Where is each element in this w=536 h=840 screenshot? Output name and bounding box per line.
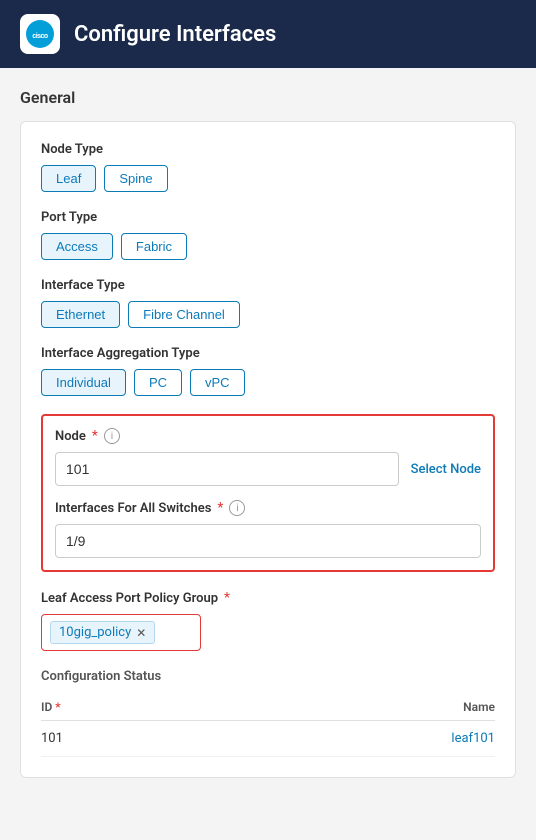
port-type-fabric-button[interactable]: Fabric	[121, 233, 187, 260]
policy-group-input-wrapper: 10gig_policy ✕	[41, 614, 495, 651]
node-type-group: Node Type Leaf Spine	[41, 142, 495, 192]
table-cell-id: 101	[41, 731, 63, 746]
node-label-row: Node * i	[55, 428, 481, 444]
svg-text:cisco: cisco	[32, 33, 48, 40]
interfaces-input[interactable]	[55, 524, 481, 558]
interface-type-group: Interface Type Ethernet Fibre Channel	[41, 278, 495, 328]
node-type-spine-button[interactable]: Spine	[104, 165, 167, 192]
node-interfaces-highlighted: Node * i Select Node Interfaces For All …	[41, 414, 495, 572]
aggregation-vpc-button[interactable]: vPC	[190, 369, 245, 396]
app-header: cisco Configure Interfaces	[0, 0, 536, 68]
policy-group-label-row: Leaf Access Port Policy Group *	[41, 590, 495, 606]
node-required-star: *	[92, 428, 98, 444]
general-card: Node Type Leaf Spine Port Type Access Fa…	[20, 121, 516, 778]
node-field-group: Node * i Select Node	[55, 428, 481, 486]
interface-type-ethernet-button[interactable]: Ethernet	[41, 301, 120, 328]
config-status-table-header: ID * Name	[41, 694, 495, 721]
policy-group-label: Leaf Access Port Policy Group	[41, 591, 218, 606]
interface-type-fibre-button[interactable]: Fibre Channel	[128, 301, 240, 328]
select-node-link[interactable]: Select Node	[411, 462, 481, 477]
port-type-toggles: Access Fabric	[41, 233, 495, 260]
general-section-title: General	[20, 88, 516, 107]
cisco-logo-icon: cisco	[26, 20, 54, 48]
interface-type-label: Interface Type	[41, 278, 495, 293]
table-cell-name[interactable]: leaf101	[451, 731, 495, 746]
port-type-label: Port Type	[41, 210, 495, 225]
interfaces-info-icon[interactable]: i	[229, 500, 245, 516]
table-header-name: Name	[463, 700, 495, 714]
policy-tag-container[interactable]: 10gig_policy ✕	[41, 614, 201, 651]
port-type-access-button[interactable]: Access	[41, 233, 113, 260]
aggregation-type-toggles: Individual PC vPC	[41, 369, 495, 396]
node-input-row: Select Node	[55, 452, 481, 486]
config-status-section: Configuration Status ID * Name 101 leaf1…	[41, 669, 495, 757]
node-type-leaf-button[interactable]: Leaf	[41, 165, 96, 192]
interfaces-label-row: Interfaces For All Switches * i	[55, 500, 481, 516]
node-type-toggles: Leaf Spine	[41, 165, 495, 192]
interface-type-toggles: Ethernet Fibre Channel	[41, 301, 495, 328]
node-info-icon[interactable]: i	[104, 428, 120, 444]
port-type-group: Port Type Access Fabric	[41, 210, 495, 260]
table-row: 101 leaf101	[41, 721, 495, 757]
policy-tag-close-icon[interactable]: ✕	[136, 627, 146, 639]
aggregation-type-group: Interface Aggregation Type Individual PC…	[41, 346, 495, 396]
policy-tag: 10gig_policy ✕	[50, 621, 155, 644]
node-field-label: Node	[55, 429, 86, 444]
content-area: General Node Type Leaf Spine Port Type A…	[0, 68, 536, 798]
interfaces-required-star: *	[217, 500, 223, 516]
interfaces-field-group: Interfaces For All Switches * i	[55, 500, 481, 558]
table-header-id: ID *	[41, 700, 61, 714]
aggregation-type-label: Interface Aggregation Type	[41, 346, 495, 361]
policy-group-required-star: *	[224, 590, 230, 606]
interfaces-field-label: Interfaces For All Switches	[55, 501, 211, 516]
aggregation-pc-button[interactable]: PC	[134, 369, 182, 396]
config-status-title: Configuration Status	[41, 669, 495, 684]
cisco-logo: cisco	[20, 14, 60, 54]
page-title: Configure Interfaces	[74, 22, 276, 47]
node-type-label: Node Type	[41, 142, 495, 157]
aggregation-individual-button[interactable]: Individual	[41, 369, 126, 396]
policy-group-field: Leaf Access Port Policy Group * 10gig_po…	[41, 590, 495, 651]
node-input[interactable]	[55, 452, 399, 486]
policy-tag-value: 10gig_policy	[59, 625, 131, 640]
